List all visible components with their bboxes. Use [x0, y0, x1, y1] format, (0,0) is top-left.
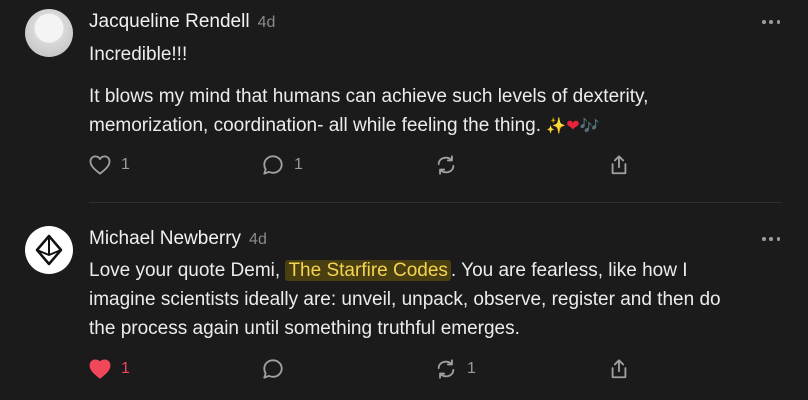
like-button[interactable]: 1	[89, 357, 130, 381]
like-count: 1	[121, 156, 130, 173]
more-icon	[762, 237, 766, 241]
heart-filled-icon	[89, 359, 111, 379]
avatar[interactable]	[25, 9, 73, 57]
comment-text: Incredible!!!	[89, 44, 188, 65]
comment: Michael Newberry 4d Love your quote Demi,…	[0, 203, 808, 400]
diamond-logo-icon	[26, 227, 72, 273]
comment-icon	[263, 359, 283, 379]
restack-icon	[437, 155, 455, 175]
restack-count: 1	[467, 360, 476, 377]
comment-paragraph: Love your quote Demi, The Starfire Codes…	[89, 256, 748, 343]
heart-icon	[89, 155, 111, 175]
comment-header: Michael Newberry 4d	[89, 228, 267, 250]
share-icon	[611, 359, 627, 379]
comment-icon	[263, 155, 283, 175]
comment-text: Love your quote Demi,	[89, 260, 286, 281]
restack-button[interactable]	[435, 153, 467, 177]
restack-button[interactable]: 1	[435, 357, 476, 381]
mention-link[interactable]: The Starfire Codes	[285, 260, 451, 281]
share-button[interactable]	[608, 357, 630, 381]
like-button[interactable]: 1	[89, 153, 130, 177]
like-count: 1	[121, 360, 130, 377]
reply-count: 1	[294, 156, 303, 173]
restack-icon	[437, 359, 455, 379]
comment-header: Jacqueline Rendell 4d	[89, 11, 275, 33]
reply-button[interactable]: 1	[262, 153, 303, 177]
timestamp[interactable]: 4d	[249, 231, 267, 248]
author-name[interactable]: Michael Newberry	[89, 228, 241, 249]
avatar[interactable]	[25, 226, 73, 274]
more-icon	[762, 20, 766, 24]
share-icon	[611, 155, 627, 175]
timestamp[interactable]: 4d	[258, 14, 276, 31]
reply-button[interactable]	[262, 357, 294, 381]
music-notes-emoji: 🎶	[579, 116, 600, 135]
comment: Jacqueline Rendell 4d Incredible!!! It bl…	[0, 0, 808, 202]
sparkles-emoji: ✨	[546, 116, 567, 135]
comment-paragraph: It blows my mind that humans can achieve…	[89, 82, 748, 140]
author-name[interactable]: Jacqueline Rendell	[89, 11, 250, 32]
heart-emoji: ❤	[566, 116, 580, 135]
share-button[interactable]	[608, 153, 630, 177]
more-options-button[interactable]	[762, 236, 780, 242]
more-options-button[interactable]	[762, 19, 780, 25]
